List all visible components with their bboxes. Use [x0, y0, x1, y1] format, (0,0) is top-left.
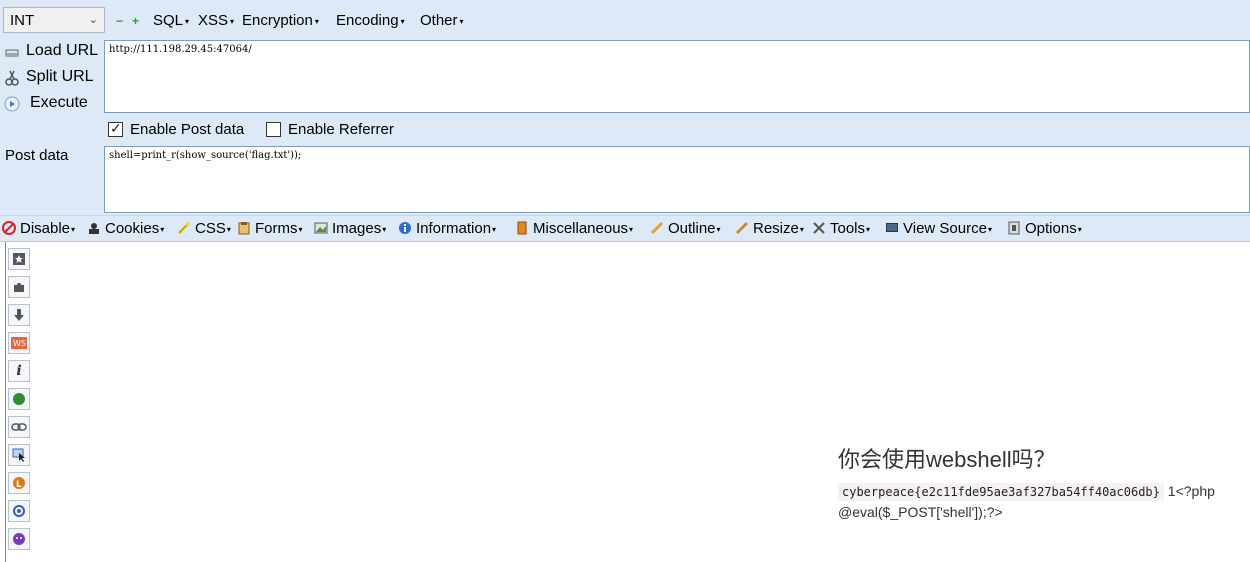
load-url-label: Load URL	[26, 42, 99, 59]
plus-icon[interactable]: +	[132, 15, 139, 27]
orange-l-icon[interactable]: L	[8, 472, 30, 494]
menu-encoding[interactable]: Encoding ▾	[336, 12, 405, 29]
sidebar-divider	[5, 242, 6, 562]
toolbar-options-label: Options	[1025, 220, 1077, 237]
ws-icon[interactable]: WS	[8, 332, 30, 354]
toolbar-information-label: Information	[416, 220, 492, 237]
enable-post-label: Enable Post data	[130, 121, 245, 138]
execute-label: Execute	[30, 94, 88, 111]
pencil-icon	[650, 221, 664, 235]
options-icon	[1008, 221, 1020, 235]
toolbar-outline[interactable]: Outline▾	[650, 220, 721, 237]
toolbar-css-label: CSS	[195, 220, 226, 237]
toolbar-resize[interactable]: Resize▾	[735, 220, 804, 237]
info-icon	[399, 222, 411, 234]
menu-other[interactable]: Other ▾	[420, 12, 464, 29]
web-developer-toolbar: Disable▾ Cookies▾ CSS▾ Forms▾ Images▾ In…	[0, 215, 1250, 242]
toolbar-css[interactable]: CSS▾	[177, 220, 231, 237]
post-data-input[interactable]: shell=print_r(show_source('flag.txt'));	[104, 146, 1250, 213]
enable-referrer-label: Enable Referrer	[288, 121, 394, 138]
toolbar-tools-label: Tools	[830, 220, 866, 237]
load-url-icon	[5, 49, 19, 57]
puzzle-icon[interactable]	[8, 276, 30, 298]
hackbar-toolbar: INT ⌄ − + SQL ▾ XSS ▾ Encryption ▾ Encoding…	[0, 0, 1250, 40]
toolbar-resize-label: Resize	[753, 220, 799, 237]
css-wand-icon	[178, 222, 190, 234]
toolbar-miscellaneous-label: Miscellaneous	[533, 220, 629, 237]
cookie-icon	[89, 223, 99, 234]
addon-sidebar: WS i L	[0, 242, 36, 562]
svg-text:WS: WS	[13, 339, 26, 348]
menu-sql[interactable]: SQL ▾	[153, 12, 189, 29]
ruler-icon	[735, 221, 749, 235]
page-title: 你会使用webshell吗？	[838, 447, 1056, 472]
info-italic-icon[interactable]: i	[8, 360, 30, 382]
misc-book-icon	[517, 221, 527, 235]
url-input[interactable]: http://111.198.29.45:47064/	[104, 40, 1250, 113]
minus-icon[interactable]: −	[116, 15, 123, 27]
menu-xss-label: XSS	[198, 12, 229, 29]
page-output: cyberpeace{e2c11fde95ae3af327ba54ff40ac0…	[838, 481, 1238, 522]
toolbar-disable-label: Disable	[20, 220, 71, 237]
toolbar-view-source-label: View Source	[903, 220, 987, 237]
type-select-value: INT	[10, 12, 35, 29]
toolbar-information[interactable]: Information▾	[398, 220, 496, 237]
toolbar-tools[interactable]: Tools▾	[812, 220, 870, 237]
chain-link-icon[interactable]	[8, 416, 30, 438]
toolbar-images[interactable]: Images▾	[314, 220, 386, 237]
play-circle-icon	[4, 96, 20, 112]
menu-encryption[interactable]: Encryption ▾	[242, 12, 319, 29]
download-arrow-icon[interactable]	[8, 304, 30, 326]
hackbar-panel: INT ⌄ − + SQL ▾ XSS ▾ Encryption ▾ Encoding…	[0, 0, 1250, 242]
green-ball-icon[interactable]	[8, 388, 30, 410]
toolbar-miscellaneous[interactable]: Miscellaneous▾	[515, 220, 633, 237]
spiral-icon[interactable]	[8, 500, 30, 522]
menu-sql-label: SQL	[153, 12, 184, 29]
bookmark-star-icon[interactable]	[8, 248, 30, 270]
purple-bug-icon[interactable]	[8, 528, 30, 550]
post-data-label: Post data	[5, 147, 69, 164]
cursor-select-icon[interactable]	[8, 444, 30, 466]
type-select[interactable]: INT ⌄	[3, 7, 105, 33]
tools-icon	[813, 222, 825, 234]
toolbar-disable[interactable]: Disable▾	[2, 220, 75, 237]
toolbar-options[interactable]: Options▾	[1007, 220, 1082, 237]
toolbar-cookies-label: Cookies	[105, 220, 160, 237]
toolbar-cookies[interactable]: Cookies▾	[87, 220, 164, 237]
chevron-down-icon: ⌄	[88, 14, 98, 26]
toolbar-images-label: Images	[332, 220, 382, 237]
disable-icon	[2, 221, 16, 235]
menu-other-label: Other	[420, 12, 458, 29]
menu-encoding-label: Encoding	[336, 12, 399, 29]
menu-encryption-label: Encryption	[242, 12, 313, 29]
toolbar-view-source[interactable]: View Source▾	[885, 220, 992, 237]
toolbar-forms[interactable]: Forms▾	[237, 220, 303, 237]
svg-text:L: L	[16, 480, 22, 490]
split-url-label: Split URL	[26, 68, 94, 85]
forms-clipboard-icon	[238, 222, 250, 235]
menu-xss[interactable]: XSS ▾	[198, 12, 234, 29]
image-icon	[314, 222, 328, 234]
flag-text: cyberpeace{e2c11fde95ae3af327ba54ff40ac0…	[838, 483, 1164, 501]
checkbox-unchecked-icon	[266, 122, 281, 137]
toolbar-outline-label: Outline	[668, 220, 716, 237]
checkbox-checked-icon	[108, 120, 123, 137]
monitor-icon	[886, 223, 898, 232]
scissors-icon	[5, 70, 19, 86]
toolbar-forms-label: Forms	[255, 220, 298, 237]
